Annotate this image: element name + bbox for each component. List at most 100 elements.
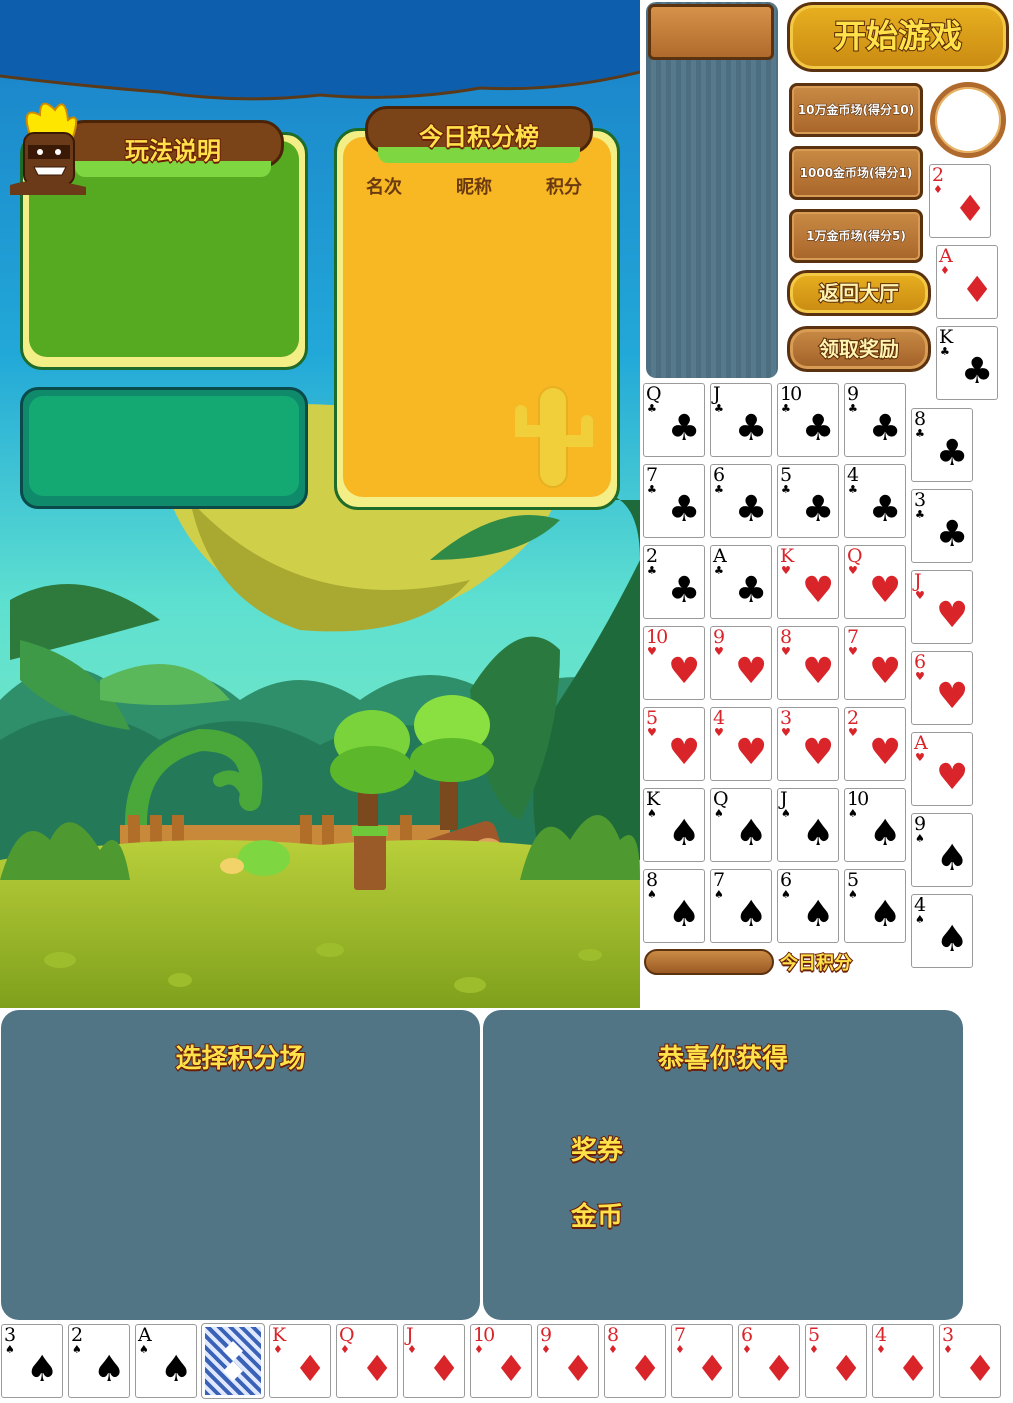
playing-card[interactable]: 6 ♣ ♣ bbox=[710, 464, 772, 538]
playing-card[interactable]: 2 ♠ ♠ bbox=[68, 1324, 130, 1398]
card-rank: 3 bbox=[4, 1324, 16, 1346]
playing-card[interactable]: A ♦ ♦ bbox=[936, 245, 998, 319]
playing-card[interactable]: 9 ♦ ♦ bbox=[537, 1324, 599, 1398]
playing-card[interactable]: 4 ♥ ♥ bbox=[710, 707, 772, 781]
claim-reward-button[interactable]: 领取奖励 bbox=[787, 326, 931, 372]
playing-card[interactable]: 2 ♥ ♥ bbox=[844, 707, 906, 781]
room-1000-button[interactable]: 1000金币场(得分1) bbox=[789, 146, 923, 200]
playing-card[interactable]: J ♣ ♣ bbox=[710, 383, 772, 457]
playing-card[interactable]: 3 ♠ ♠ bbox=[1, 1324, 63, 1398]
card-rank: 6 bbox=[741, 1324, 753, 1346]
playing-card[interactable]: Q ♥ ♥ bbox=[844, 545, 906, 619]
playing-card[interactable]: 6 ♠ ♠ bbox=[777, 869, 839, 943]
playing-card[interactable]: 2 ♦ ♦ bbox=[929, 164, 991, 238]
card-rank: 7 bbox=[674, 1324, 686, 1346]
playing-card[interactable]: 5 ♠ ♠ bbox=[844, 869, 906, 943]
card-suit-small-icon: ♣ bbox=[915, 427, 925, 440]
card-suit-icon: ♣ bbox=[668, 570, 701, 611]
playing-card[interactable]: 7 ♣ ♣ bbox=[643, 464, 705, 538]
playing-card[interactable]: Q ♣ ♣ bbox=[643, 383, 705, 457]
card-suit-small-icon: ♠ bbox=[848, 888, 858, 901]
playing-card[interactable]: A ♣ ♣ bbox=[710, 545, 772, 619]
playing-card[interactable]: 5 ♥ ♥ bbox=[643, 707, 705, 781]
playing-card[interactable]: Q ♦ ♦ bbox=[336, 1324, 398, 1398]
playing-card[interactable]: 6 ♥ ♥ bbox=[911, 651, 973, 725]
card-suit-small-icon: ♥ bbox=[781, 726, 791, 739]
playing-card[interactable]: 4 ♠ ♠ bbox=[911, 894, 973, 968]
card-rank: 10 bbox=[847, 788, 869, 810]
playing-card[interactable]: 8 ♥ ♥ bbox=[777, 626, 839, 700]
card-suit-small-icon: ♥ bbox=[647, 726, 657, 739]
playing-card[interactable]: 8 ♦ ♦ bbox=[604, 1324, 666, 1398]
playing-card[interactable]: 5 ♣ ♣ bbox=[777, 464, 839, 538]
playing-card[interactable]: A ♠ ♠ bbox=[135, 1324, 197, 1398]
playing-card[interactable]: K ♥ ♥ bbox=[777, 545, 839, 619]
playing-card[interactable]: 9 ♠ ♠ bbox=[911, 813, 973, 887]
card-rank: 5 bbox=[646, 707, 658, 729]
card-suit-small-icon: ♦ bbox=[933, 183, 943, 196]
playing-card[interactable]: 10 ♥ ♥ bbox=[643, 626, 705, 700]
card-suit-small-icon: ♥ bbox=[647, 645, 657, 658]
playing-card[interactable]: 10 ♣ ♣ bbox=[777, 383, 839, 457]
playing-card[interactable]: J ♠ ♠ bbox=[777, 788, 839, 862]
playing-card[interactable]: 3 ♣ ♣ bbox=[911, 489, 973, 563]
card-rank: Q bbox=[339, 1324, 355, 1346]
playing-card[interactable]: 7 ♥ ♥ bbox=[844, 626, 906, 700]
playing-card[interactable]: 7 ♦ ♦ bbox=[671, 1324, 733, 1398]
playing-card[interactable]: 10 ♦ ♦ bbox=[470, 1324, 532, 1398]
card-suit-icon: ♦ bbox=[294, 1349, 327, 1390]
playing-card[interactable]: K ♠ ♠ bbox=[643, 788, 705, 862]
game-scene: 玩法说明 今日积分榜 名次 昵称 积分 bbox=[0, 0, 640, 1008]
card-suit-icon: ♥ bbox=[802, 651, 835, 692]
card-rank: A bbox=[713, 545, 727, 567]
card-suit-icon: ♣ bbox=[802, 489, 835, 530]
playing-card[interactable]: K ♦ ♦ bbox=[269, 1324, 331, 1398]
card-suit-small-icon: ♣ bbox=[940, 345, 950, 358]
card-suit-small-icon: ♣ bbox=[714, 402, 724, 415]
playing-card[interactable]: 9 ♥ ♥ bbox=[710, 626, 772, 700]
card-suit-small-icon: ♠ bbox=[139, 1343, 149, 1356]
scroll-list-panel[interactable] bbox=[646, 2, 778, 378]
card-suit-icon: ♦ bbox=[361, 1349, 394, 1390]
playing-card[interactable]: 9 ♣ ♣ bbox=[844, 383, 906, 457]
card-rank: J bbox=[914, 570, 922, 592]
playing-card[interactable]: 4 ♦ ♦ bbox=[872, 1324, 934, 1398]
playing-card[interactable]: 3 ♦ ♦ bbox=[939, 1324, 1001, 1398]
playing-card[interactable]: 4 ♣ ♣ bbox=[844, 464, 906, 538]
playing-card[interactable]: J ♥ ♥ bbox=[911, 570, 973, 644]
playing-card[interactable]: 3 ♥ ♥ bbox=[777, 707, 839, 781]
card-back[interactable] bbox=[201, 1323, 265, 1399]
playing-card[interactable]: J ♦ ♦ bbox=[403, 1324, 465, 1398]
card-suit-small-icon: ♠ bbox=[848, 807, 858, 820]
room-100k-button[interactable]: 10万金币场(得分10) bbox=[789, 83, 923, 137]
card-suit-small-icon: ♦ bbox=[742, 1343, 752, 1356]
leaderboard-header-score: 积分 bbox=[546, 177, 582, 198]
playing-card[interactable]: K ♣ ♣ bbox=[936, 326, 998, 400]
playing-card[interactable]: 8 ♣ ♣ bbox=[911, 408, 973, 482]
card-back-pattern-icon bbox=[223, 1341, 243, 1381]
back-lobby-button[interactable]: 返回大厅 bbox=[787, 270, 931, 316]
playing-card[interactable]: 8 ♠ ♠ bbox=[643, 869, 705, 943]
card-suit-small-icon: ♣ bbox=[848, 402, 858, 415]
card-suit-icon: ♠ bbox=[93, 1349, 126, 1390]
playing-card[interactable]: 6 ♦ ♦ bbox=[738, 1324, 800, 1398]
card-suit-small-icon: ♣ bbox=[915, 508, 925, 521]
card-suit-icon: ♠ bbox=[802, 894, 835, 935]
card-suit-icon: ♣ bbox=[735, 489, 768, 530]
playing-card[interactable]: 5 ♦ ♦ bbox=[805, 1324, 867, 1398]
start-game-button[interactable]: 开始游戏 bbox=[787, 2, 1009, 72]
card-suit-icon: ♠ bbox=[936, 838, 969, 879]
playing-card[interactable]: A ♥ ♥ bbox=[911, 732, 973, 806]
playing-card[interactable]: 10 ♠ ♠ bbox=[844, 788, 906, 862]
playing-card[interactable]: 7 ♠ ♠ bbox=[710, 869, 772, 943]
card-rank: 2 bbox=[932, 164, 944, 186]
playing-card[interactable]: 2 ♣ ♣ bbox=[643, 545, 705, 619]
card-rank: 4 bbox=[875, 1324, 887, 1346]
cactus-icon bbox=[515, 386, 593, 488]
room-10k-button[interactable]: 1万金币场(得分5) bbox=[789, 209, 923, 263]
card-suit-small-icon: ♦ bbox=[809, 1343, 819, 1356]
card-suit-icon: ♣ bbox=[735, 408, 768, 449]
card-suit-icon: ♠ bbox=[668, 813, 701, 854]
playing-card[interactable]: Q ♠ ♠ bbox=[710, 788, 772, 862]
card-suit-icon: ♥ bbox=[735, 732, 768, 773]
